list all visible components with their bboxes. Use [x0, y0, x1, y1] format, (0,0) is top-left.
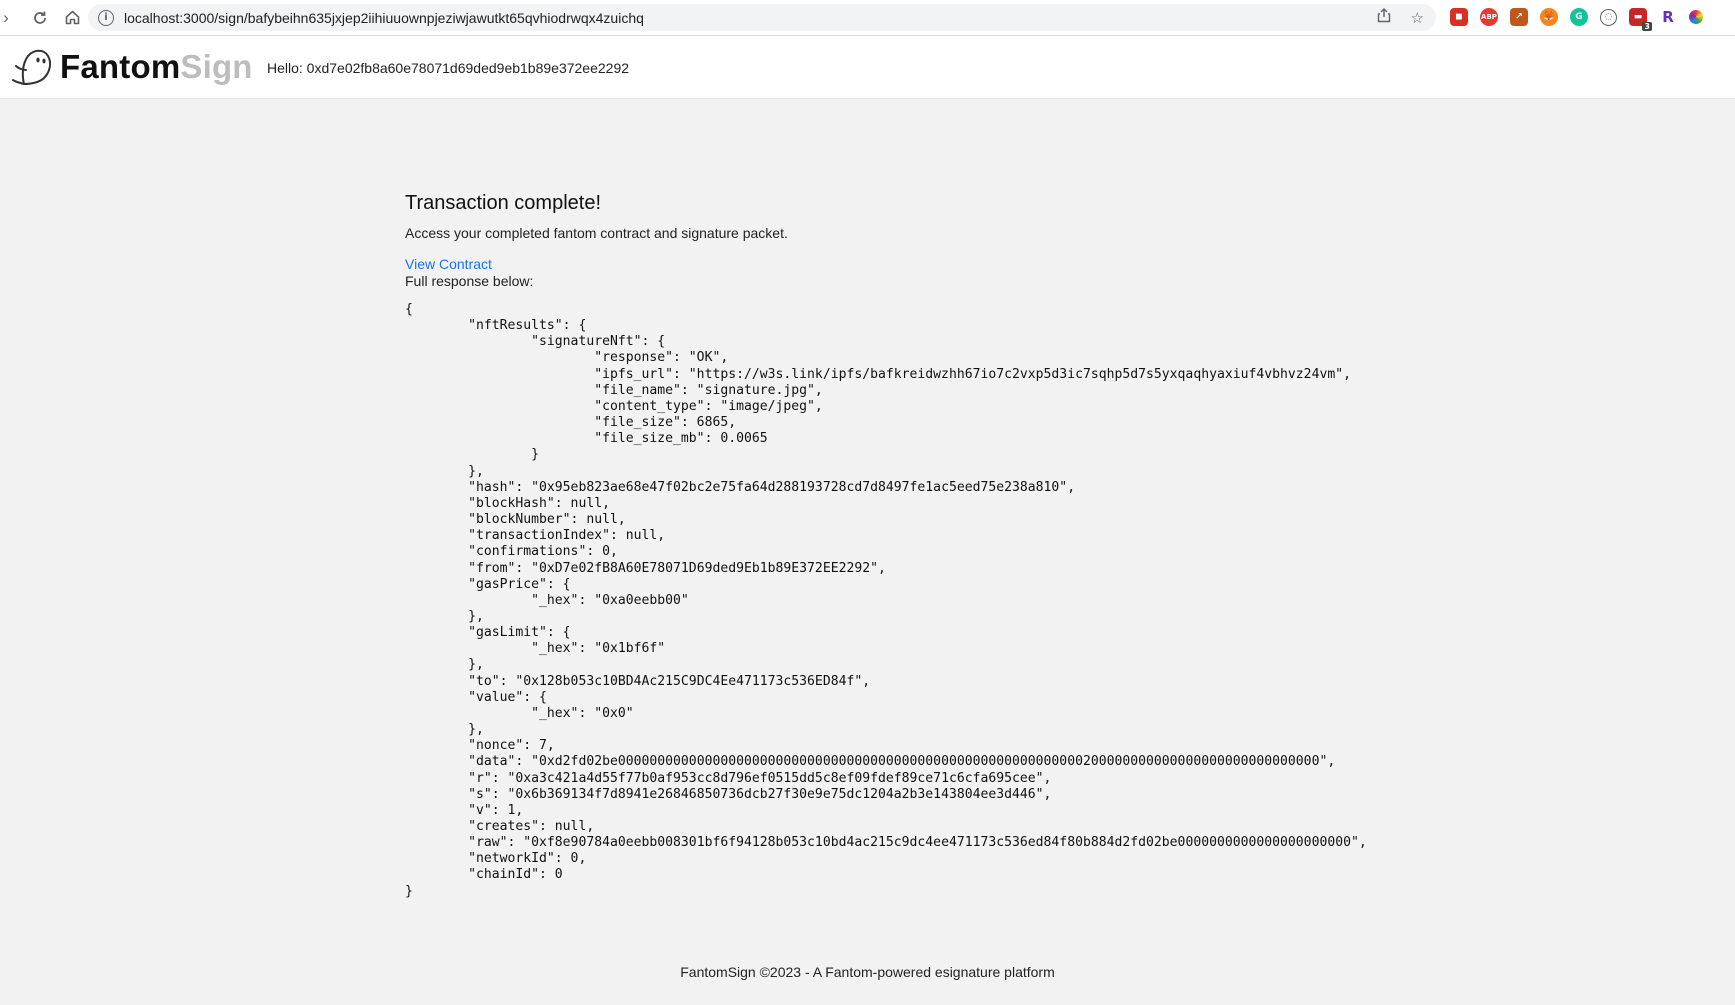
site-info-icon[interactable]: i [98, 9, 114, 26]
extension-badge-count: 3 [1642, 22, 1652, 31]
app-logo[interactable]: FantomSign [10, 46, 253, 88]
extension-colorwheel-icon[interactable] [1689, 10, 1703, 24]
forward-icon[interactable]: › [0, 6, 18, 30]
full-response-label: Full response below: [405, 273, 534, 289]
address-url[interactable]: localhost:3000/sign/bafybeihn635jxjep2ii… [124, 10, 644, 26]
logo-wordmark: FantomSign [60, 48, 253, 85]
extension-chart-icon[interactable]: ↗ [1510, 8, 1528, 26]
extension-badge-icon[interactable]: ▬ 3 [1629, 8, 1652, 31]
address-bar[interactable]: i localhost:3000/sign/bafybeihn635jxjep2… [88, 4, 1436, 31]
adblock-icon[interactable]: ABP [1480, 8, 1498, 26]
metamask-fox-icon[interactable]: 🦊 [1540, 8, 1558, 26]
page-title: Transaction complete! [405, 192, 602, 214]
transaction-result-panel: Transaction complete! Access your comple… [405, 192, 1405, 900]
share-icon[interactable] [1377, 8, 1391, 27]
extensions-bar: ◼ ABP ↗ 🦊 G ◌ ▬ 3 R [1450, 6, 1703, 31]
response-json-block: { "nftResults": { "signatureNft": { "res… [405, 302, 1367, 899]
result-description: Access your completed fantom contract an… [405, 225, 788, 241]
footer-text: FantomSign ©2023 - A Fantom-powered esig… [680, 964, 1055, 980]
home-icon[interactable] [60, 6, 84, 30]
reload-icon[interactable] [28, 6, 52, 30]
extension-r-icon[interactable]: R [1659, 8, 1677, 26]
app-header: FantomSign Hello: 0xd7e02fb8a60e78071d69… [0, 36, 1735, 99]
extension-circle-icon[interactable]: ◌ [1600, 8, 1617, 26]
extension-red-icon[interactable]: ◼ [1450, 8, 1468, 26]
grammarly-icon[interactable]: G [1570, 8, 1588, 26]
bookmark-star-icon[interactable]: ☆ [1411, 9, 1424, 27]
greeting-wallet-address: Hello: 0xd7e02fb8a60e78071d69ded9eb1b89e… [267, 60, 630, 76]
ghost-logo-icon [12, 49, 52, 86]
browser-toolbar: › i localhost:3000/sign/bafybeihn635jxje… [0, 0, 1735, 36]
view-contract-link[interactable]: View Contract [405, 256, 1405, 272]
